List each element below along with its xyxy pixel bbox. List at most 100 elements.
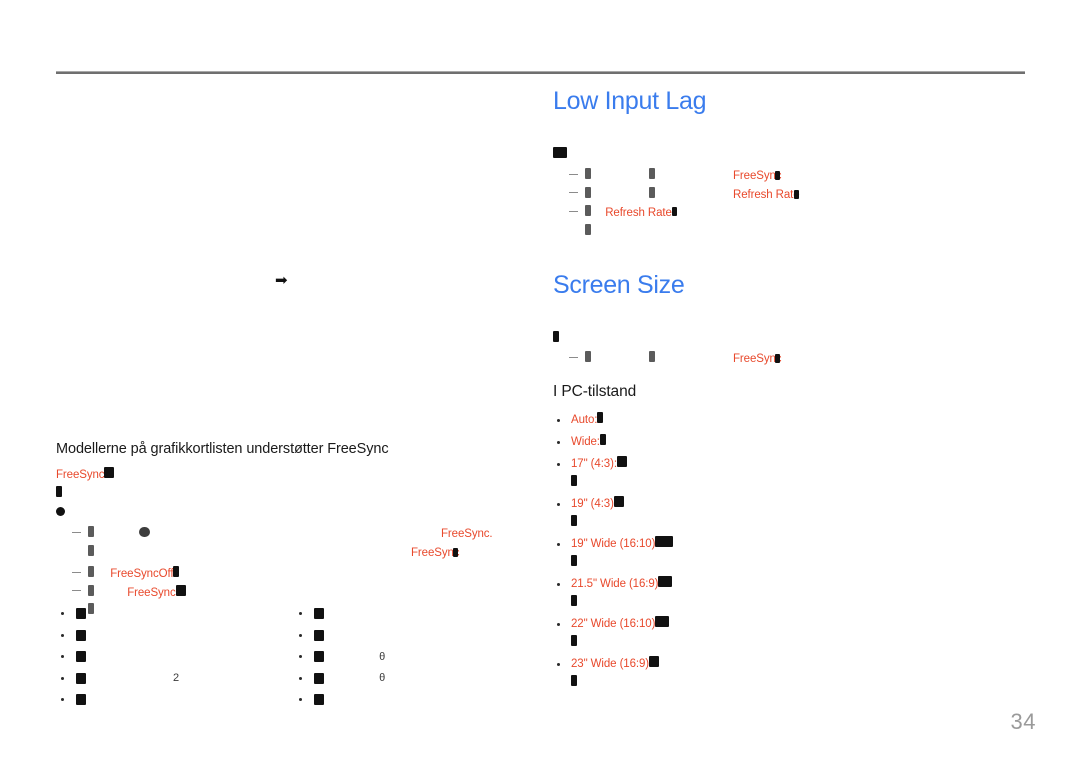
list-item-continuation	[553, 513, 1023, 531]
missing-glyph	[553, 330, 559, 342]
missing-glyph	[88, 584, 94, 596]
missing-glyph	[76, 694, 86, 706]
dash-row-1-sub: FreeSync	[72, 544, 516, 563]
list-item: Auto:	[553, 411, 1023, 429]
list-item: 19" (4:3)	[553, 495, 1023, 513]
missing-glyph	[76, 608, 86, 620]
option-label: Auto:	[571, 413, 598, 426]
missing-glyph	[655, 535, 674, 547]
missing-glyph	[88, 544, 94, 556]
list-item-continuation	[553, 593, 1023, 611]
missing-glyph	[597, 411, 604, 423]
low-input-lag-row-2: Refresh Rate	[569, 186, 1023, 205]
missing-glyph	[613, 495, 624, 507]
freesync-keyword: FreeSync	[127, 586, 176, 599]
dash-row-2: FreeSyncOff	[72, 565, 516, 584]
missing-glyph	[585, 186, 591, 198]
missing-glyph	[649, 655, 660, 667]
dash-marker	[569, 173, 578, 175]
low-input-lag-row-3: Refresh Rate	[569, 204, 1023, 223]
missing-glyph	[775, 171, 780, 180]
spec-bullet-column-right: θ θ	[294, 603, 456, 711]
freesync-note-row: FreeSync	[56, 466, 516, 485]
subheading-pc-mode: I PC-tilstand	[553, 382, 637, 400]
note-row-1	[56, 485, 516, 504]
list-item	[294, 689, 456, 711]
list-item: 2	[56, 668, 294, 690]
screen-size-intro	[553, 330, 1023, 349]
dash-marker	[569, 356, 578, 358]
list-item: 23" Wide (16:9)	[553, 655, 1023, 673]
option-label: 17" (4:3):	[571, 457, 617, 470]
missing-glyph	[88, 566, 94, 577]
missing-glyph	[671, 207, 677, 216]
list-item	[56, 603, 294, 625]
refresh-rate-keyword: Refresh Rate	[605, 207, 672, 219]
missing-glyph	[173, 566, 180, 577]
right-column: Low Input Lag FreeSync Refresh Rate Refr…	[553, 87, 1023, 691]
missing-glyph	[571, 594, 577, 606]
freesync-period-keyword: FreeSync.	[441, 528, 493, 540]
missing-glyph	[585, 205, 591, 216]
missing-glyph	[655, 615, 670, 627]
missing-glyph	[571, 554, 577, 566]
option-label: 19" Wide (16:10)	[571, 537, 656, 550]
option-label: Wide:	[571, 435, 600, 448]
missing-glyph	[56, 507, 65, 516]
list-item-continuation	[553, 473, 1023, 491]
missing-glyph	[314, 608, 325, 620]
list-item-trailing: θ	[379, 672, 386, 685]
missing-glyph	[314, 651, 325, 663]
note-row-2	[56, 503, 516, 524]
list-item	[56, 646, 294, 668]
list-item	[294, 625, 456, 647]
section-title-screen-size: Screen Size	[553, 271, 685, 299]
list-item: 22" Wide (16:10)	[553, 615, 1023, 633]
option-label: 23" Wide (16:9)	[571, 657, 650, 670]
missing-glyph	[585, 223, 591, 235]
missing-glyph	[56, 485, 62, 497]
option-label: 19" (4:3)	[571, 497, 614, 510]
missing-glyph	[76, 629, 86, 641]
page-number: 34	[1010, 709, 1036, 734]
option-label: 22" Wide (16:10)	[571, 617, 656, 630]
dash-marker	[72, 590, 81, 592]
missing-glyph	[453, 547, 458, 557]
left-column: ➡ Modellerne på grafikkortlisten underst…	[56, 92, 516, 621]
missing-glyph	[104, 467, 115, 478]
list-item	[294, 603, 456, 625]
screen-size-row-1: FreeSync	[569, 350, 1023, 369]
missing-glyph	[175, 584, 186, 596]
missing-glyph	[76, 651, 86, 663]
list-item-continuation	[553, 633, 1023, 651]
dash-marker	[569, 210, 578, 212]
missing-glyph	[571, 474, 577, 486]
list-item-continuation	[553, 553, 1023, 571]
missing-glyph	[314, 672, 325, 684]
missing-glyph	[76, 672, 86, 684]
spec-bullet-columns: 2 θ θ	[56, 603, 456, 711]
missing-glyph	[139, 527, 151, 537]
list-item: 21.5" Wide (16:9)	[553, 575, 1023, 593]
list-item: 17" (4:3):	[553, 455, 1023, 473]
missing-glyph	[649, 186, 656, 198]
refresh-rate-keyword: Refresh Rate	[733, 188, 800, 201]
missing-glyph	[314, 629, 325, 641]
list-item	[56, 625, 294, 647]
missing-glyph	[571, 674, 577, 686]
list-item-continuation	[553, 673, 1023, 691]
low-input-lag-row-1: FreeSync	[569, 167, 1023, 186]
missing-glyph	[571, 514, 577, 526]
dash-marker	[569, 192, 578, 194]
option-label: 21.5" Wide (16:9)	[571, 577, 659, 590]
missing-glyph	[616, 455, 627, 467]
dash-marker	[72, 531, 81, 533]
dash-row-3: FreeSync	[72, 584, 516, 603]
list-item	[56, 689, 294, 711]
section-title-low-input-lag: Low Input Lag	[553, 87, 707, 115]
list-item: 19" Wide (16:10)	[553, 535, 1023, 553]
missing-glyph	[553, 146, 567, 158]
missing-glyph	[649, 168, 656, 179]
missing-glyph	[314, 694, 325, 706]
freesyncoff-keyword: FreeSyncOff	[110, 568, 174, 580]
